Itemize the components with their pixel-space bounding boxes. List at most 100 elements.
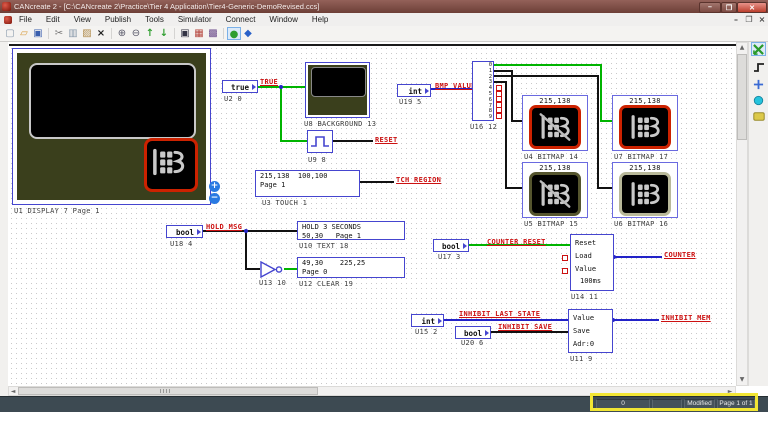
toolbar-separator — [111, 28, 112, 39]
pattern-grid-icon[interactable]: ▩ — [206, 27, 220, 40]
menu-connect[interactable]: Connect — [219, 15, 263, 24]
zoom-in-icon[interactable]: ⊕ — [115, 27, 129, 40]
block-u3-touch[interactable]: 215,138 100,100 Page 1 — [255, 170, 360, 197]
block-u20-bool-constant[interactable]: bool — [455, 326, 491, 339]
menu-help[interactable]: Help — [305, 15, 335, 24]
close-button[interactable]: ✕ — [737, 2, 767, 13]
menu-tools[interactable]: Tools — [138, 15, 171, 24]
block-u5-bitmap[interactable]: 215,138 — [522, 162, 588, 218]
page-up-icon[interactable]: ↑ — [143, 27, 157, 40]
signal-label-bmp-value[interactable]: BMP_VALUE — [435, 82, 476, 90]
signal-label-tch-region[interactable]: TCH_REGION — [396, 176, 441, 184]
mdi-restore-button[interactable]: ❐ — [743, 13, 755, 25]
text-content: HOLD 3 SECONDS — [302, 223, 362, 231]
block-u19-int-constant[interactable]: int — [397, 84, 431, 97]
signal-label-inhibit-mem[interactable]: INHIBIT_MEM — [661, 314, 711, 322]
block-u11-memory[interactable]: Value Save Adr:0 — [568, 309, 613, 353]
probe-tool-icon[interactable] — [751, 93, 766, 107]
signal-label-counter-reset[interactable]: COUNTER_RESET — [487, 238, 546, 246]
signal-label-counter[interactable]: COUNTER — [664, 251, 696, 259]
block-u10-text[interactable]: HOLD 3 SECONDS 50,30 Page 1 — [297, 221, 405, 240]
zoom-out-icon[interactable]: ⊖ — [129, 27, 143, 40]
paste-icon[interactable]: ▨ — [80, 27, 94, 40]
cut-icon[interactable]: ✂ — [52, 27, 66, 40]
wire-bitmap-sel3[interactable] — [505, 81, 507, 189]
delete-icon[interactable]: × — [94, 27, 108, 40]
save-icon[interactable]: ▣ — [31, 27, 45, 40]
signal-label-hold-msg[interactable]: HOLD_MSG — [206, 223, 242, 231]
block-u8-background[interactable] — [305, 62, 370, 118]
bitmap-grid-icon[interactable]: ▦ — [192, 27, 206, 40]
wire-bitmap-sel1[interactable] — [511, 70, 513, 122]
block-u2-true-constant[interactable]: true — [222, 80, 258, 93]
display-tool-icon[interactable]: ▣ — [178, 27, 192, 40]
display-zoom-out-button[interactable]: − — [209, 193, 220, 204]
junction-tool-icon[interactable] — [751, 77, 766, 91]
selector-pin-numbers: 0 1 2 3 4 5 6 7 8 9 — [489, 62, 492, 121]
wire-true[interactable] — [280, 140, 307, 142]
mdi-minimize-button[interactable]: – — [730, 13, 742, 25]
wire-bitmap-sel2[interactable] — [597, 75, 599, 189]
wire-bitmap-sel0[interactable] — [494, 64, 602, 66]
block-u7-bitmap[interactable]: 215,138 — [612, 95, 678, 151]
wire-bitmap-sel2[interactable] — [494, 75, 599, 77]
minimize-button[interactable]: – — [699, 2, 721, 13]
block-u9-pulse[interactable] — [307, 130, 333, 153]
wire-inhibit-save[interactable] — [491, 331, 568, 333]
block-ref: U12 CLEAR 19 — [299, 280, 354, 288]
wire-true[interactable] — [280, 87, 282, 141]
wire-hold-msg[interactable] — [245, 268, 260, 270]
app-window: CANcreate 2 - [C:\CANcreate 2\Practice\T… — [0, 0, 768, 431]
menu-simulator[interactable]: Simulator — [171, 15, 219, 24]
scroll-up-arrow-icon[interactable]: ▲ — [737, 43, 747, 53]
block-u4-bitmap[interactable]: 215,138 — [522, 95, 588, 151]
wire-reset[interactable] — [333, 140, 373, 142]
wire-inhibit-last-state[interactable] — [444, 319, 568, 321]
bitmap-size: 215,138 — [539, 97, 571, 105]
scrollbar-grip — [160, 389, 170, 393]
wire-bitmap-sel3[interactable] — [505, 187, 523, 189]
wire-inhibit-mem[interactable] — [613, 319, 659, 321]
wire-hold-msg[interactable] — [245, 230, 247, 269]
wire-bitmap-sel2[interactable] — [597, 187, 613, 189]
label-tool-icon[interactable] — [751, 109, 766, 123]
bitmap-size: 215,138 — [539, 164, 571, 172]
block-u15-int-constant[interactable]: int — [411, 314, 444, 327]
menu-edit[interactable]: Edit — [39, 15, 67, 24]
menu-window[interactable]: Window — [262, 15, 304, 24]
vertical-scrollbar-thumb[interactable] — [737, 54, 747, 140]
signal-label-reset[interactable]: RESET — [375, 136, 398, 144]
display-screen — [29, 63, 196, 139]
restore-button[interactable]: ❐ — [721, 2, 737, 13]
pan-tool-icon[interactable] — [751, 42, 766, 56]
block-u16-selector[interactable]: 0 1 2 3 4 5 6 7 8 9 — [472, 61, 494, 121]
page-down-icon[interactable]: ↓ — [157, 27, 171, 40]
touch-region-coords: 215,138 100,100 — [260, 172, 328, 180]
display-zoom-in-button[interactable]: + — [209, 181, 220, 192]
constant-value: int — [408, 87, 422, 96]
block-u6-bitmap[interactable]: 215,138 — [612, 162, 678, 218]
scroll-down-arrow-icon[interactable]: ▼ — [737, 375, 747, 385]
block-u14-counter[interactable]: Reset Load Value 100ms — [570, 234, 614, 291]
signal-label-inhibit-save[interactable]: INHIBIT_SAVE — [498, 323, 552, 331]
menu-publish[interactable]: Publish — [98, 15, 138, 24]
wire-tch-region[interactable] — [360, 181, 394, 183]
block-u17-bool-constant[interactable]: bool — [433, 239, 469, 252]
mdi-close-button[interactable]: × — [756, 13, 768, 25]
copy-icon[interactable]: ▥ — [66, 27, 80, 40]
open-icon[interactable]: ▱ — [17, 27, 31, 40]
block-u1-display[interactable] — [12, 48, 211, 205]
block-u18-bool-constant[interactable]: bool — [166, 225, 203, 238]
connect-icon[interactable]: ◆ — [241, 27, 255, 40]
wire-bitmap-sel0[interactable] — [600, 64, 602, 121]
menu-file[interactable]: File — [12, 15, 39, 24]
block-u12-clear[interactable]: 49,30 225,25 Page 0 — [297, 257, 405, 278]
signal-label-inhibit-last-state[interactable]: INHIBIT_LAST_STATE — [459, 310, 540, 318]
wire-counter[interactable] — [614, 256, 662, 258]
wire-tool-icon[interactable] — [751, 60, 766, 74]
new-icon[interactable]: ▢ — [3, 27, 17, 40]
signal-label-true[interactable]: TRUE — [260, 78, 278, 86]
menu-view[interactable]: View — [67, 15, 98, 24]
constant-value: bool — [175, 228, 194, 237]
simulate-icon[interactable]: ● — [227, 27, 241, 40]
